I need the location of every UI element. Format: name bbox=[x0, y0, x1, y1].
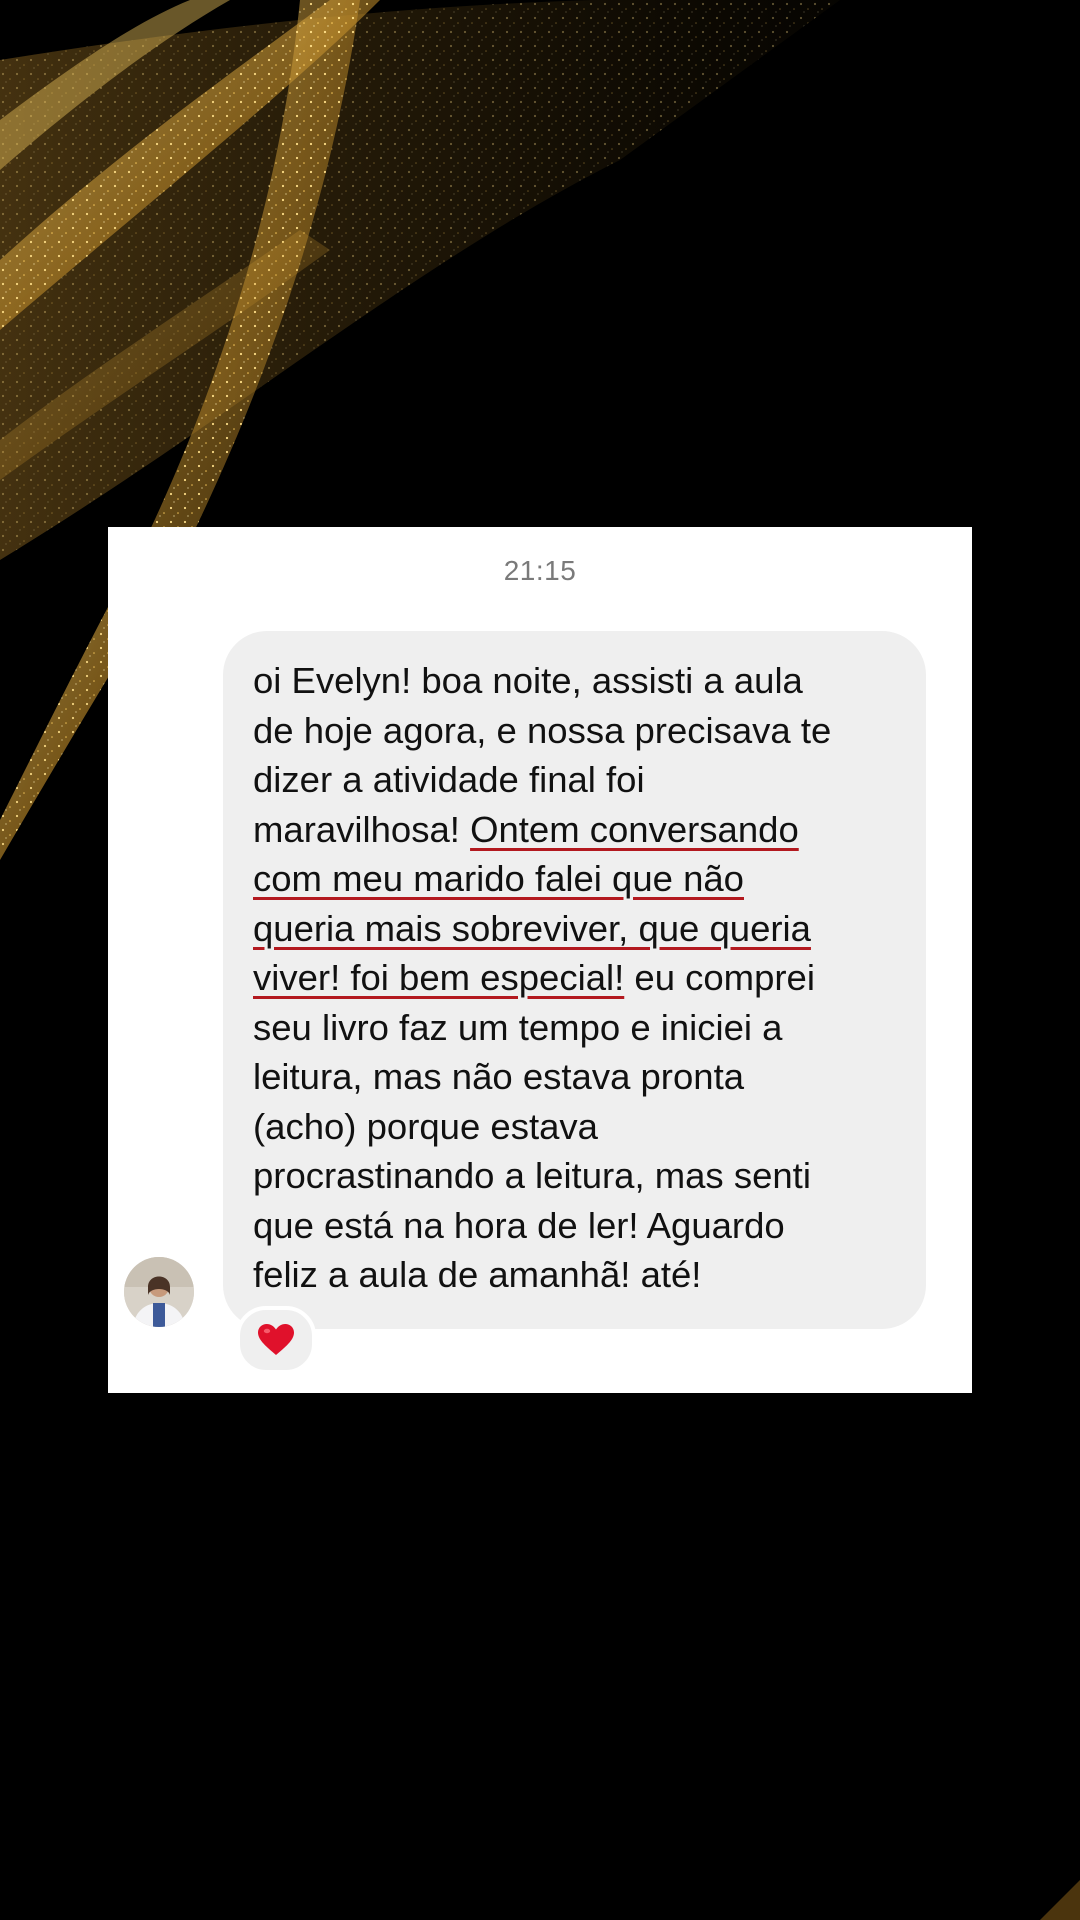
message-line: (acho) porque estava bbox=[253, 1102, 896, 1152]
message-line: leitura, mas não estava pronta bbox=[253, 1052, 896, 1102]
message-line: feliz a aula de amanhã! até! bbox=[253, 1250, 896, 1300]
message-text-segment: seu livro faz um tempo e iniciei a bbox=[253, 1006, 783, 1048]
message-text-segment: que está na hora de ler! Aguardo bbox=[253, 1204, 785, 1246]
underlined-text: queria mais sobreviver, que queria bbox=[253, 907, 811, 949]
message-text-segment: maravilhosa! bbox=[253, 808, 471, 850]
message-text-segment: eu comprei bbox=[624, 957, 815, 998]
message-line: procrastinando a leitura, mas senti bbox=[253, 1151, 896, 1201]
message-line: que está na hora de ler! Aguardo bbox=[253, 1201, 896, 1251]
message-text-segment: de hoje agora, e nossa precisava te bbox=[253, 709, 832, 751]
message-line: com meu marido falei que não bbox=[253, 854, 896, 904]
chat-screenshot-card: 21:15 oi Evelyn! boa noite, assisti a au… bbox=[108, 527, 972, 1393]
reaction-badge[interactable] bbox=[236, 1306, 316, 1374]
message-text-segment: feliz a aula de amanhã! até! bbox=[253, 1254, 702, 1295]
avatar[interactable] bbox=[124, 1257, 194, 1327]
message-text: oi Evelyn! boa noite, assisti a aula de h… bbox=[253, 656, 896, 1300]
message-text-segment: leitura, mas não estava pronta bbox=[253, 1056, 745, 1097]
underlined-text: viver! foi bem especial! bbox=[253, 957, 625, 998]
message-timestamp: 21:15 bbox=[503, 555, 577, 586]
avatar-photo bbox=[124, 1257, 194, 1327]
message-text-segment: (acho) porque estava bbox=[253, 1105, 598, 1147]
message-text-segment: procrastinando a leitura, mas senti bbox=[253, 1155, 811, 1196]
message-line: de hoje agora, e nossa precisava te bbox=[253, 706, 896, 756]
underlined-text: Ontem conversando bbox=[470, 808, 799, 850]
message-line: maravilhosa! Ontem conversando bbox=[253, 805, 896, 855]
message-text-segment: oi Evelyn! boa noite, assisti a aula bbox=[253, 660, 803, 701]
heart-icon bbox=[258, 1324, 294, 1355]
message-line: oi Evelyn! boa noite, assisti a aula bbox=[253, 656, 896, 706]
message-line: seu livro faz um tempo e iniciei a bbox=[253, 1003, 896, 1053]
message-line: queria mais sobreviver, que queria bbox=[253, 904, 896, 954]
message-line: viver! foi bem especial! eu comprei bbox=[253, 953, 896, 1003]
message-line: dizer a atividade final foi bbox=[253, 755, 896, 805]
underlined-text: com meu marido falei que não bbox=[253, 858, 744, 899]
message-bubble[interactable]: oi Evelyn! boa noite, assisti a aula de h… bbox=[223, 631, 926, 1329]
message-text-segment: dizer a atividade final foi bbox=[253, 759, 645, 800]
